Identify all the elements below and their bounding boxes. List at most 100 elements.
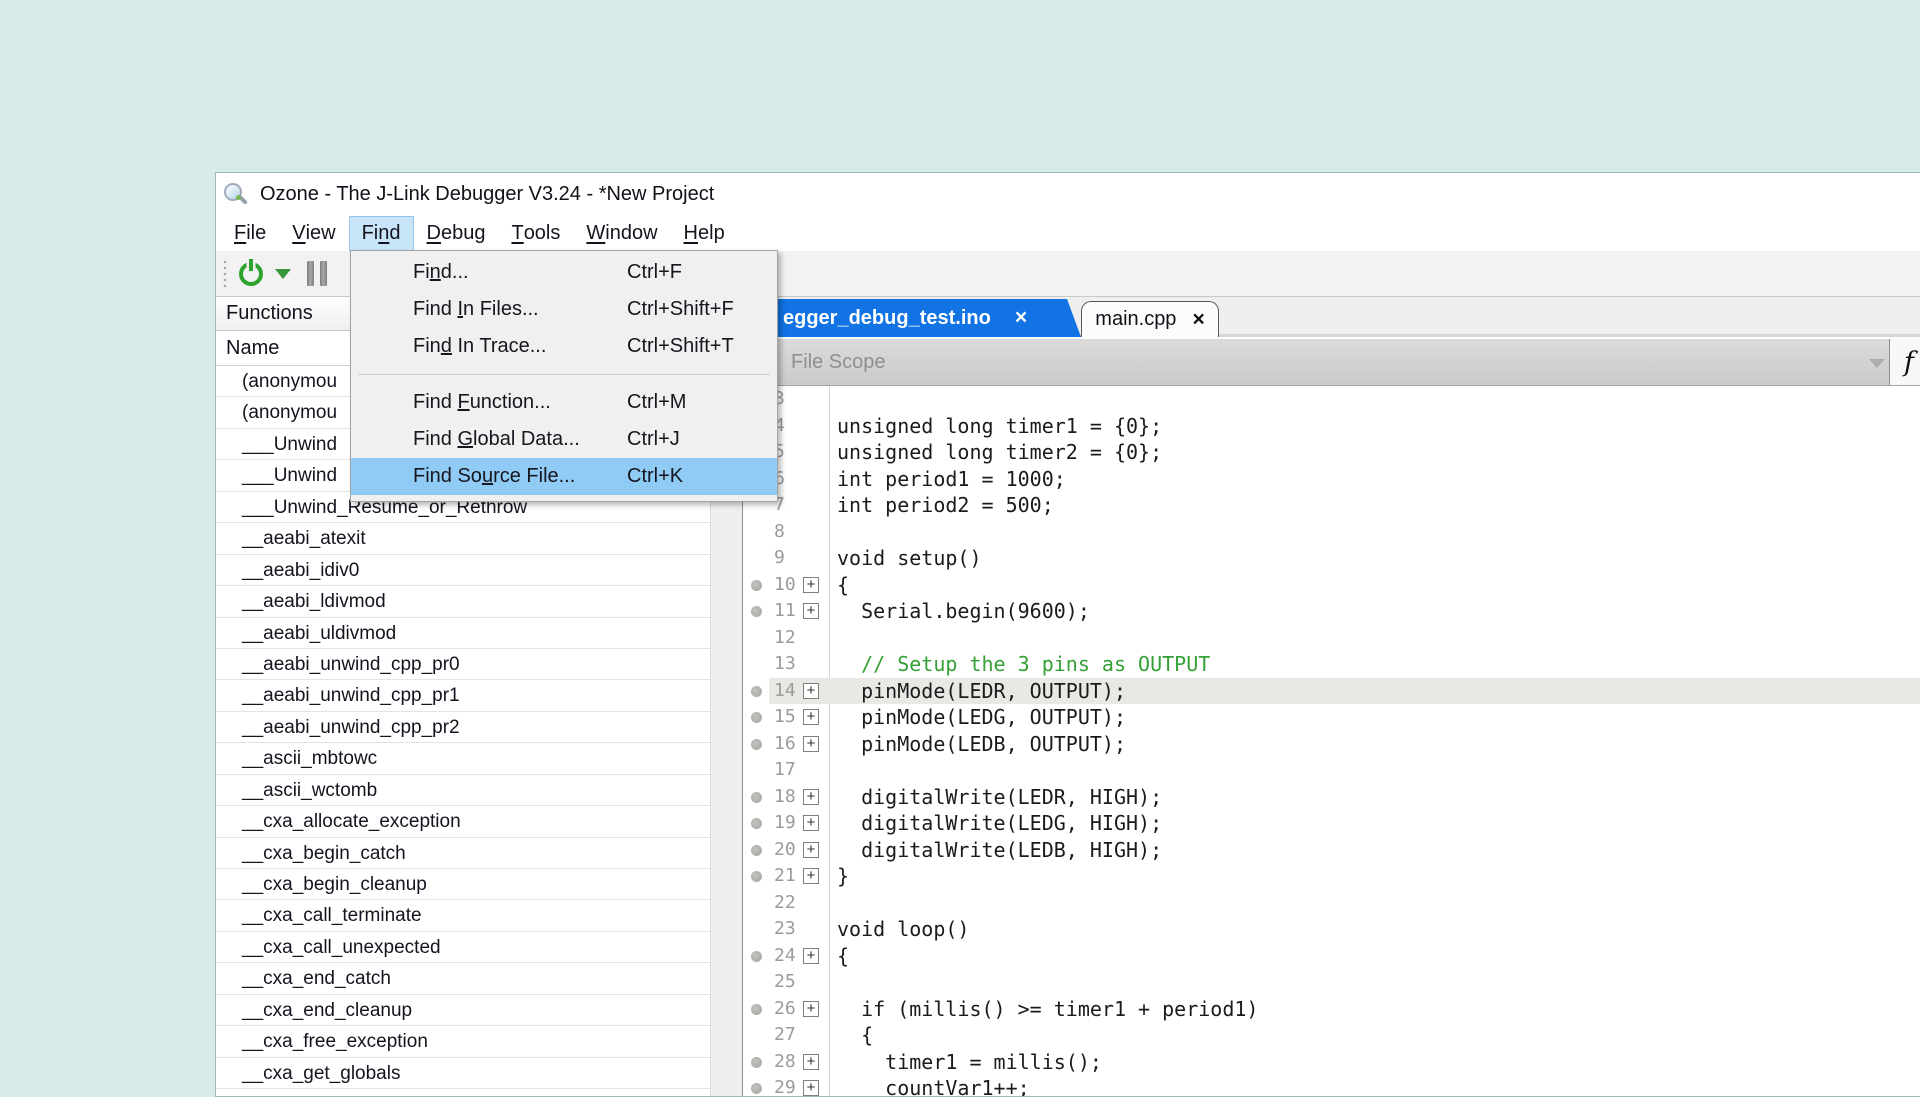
code-line-19: 19+ digitalWrite(LEDG, HIGH);	[743, 810, 1920, 837]
function-row[interactable]: __aeabi_ldivmod	[216, 586, 711, 617]
breakpoint-dot-icon[interactable]	[751, 818, 762, 829]
menu-item-find-f-unction[interactable]: Find Function...Ctrl+M	[351, 384, 777, 421]
menu-separator	[358, 374, 770, 375]
function-row[interactable]: __aeabi_unwind_cpp_pr1	[216, 680, 711, 711]
function-list-button[interactable]: f	[1889, 339, 1920, 385]
function-row[interactable]: __ascii_wctomb	[216, 775, 711, 806]
menu-item-fi-n-d[interactable]: Find...Ctrl+F	[351, 254, 777, 291]
expand-plus-icon[interactable]: +	[803, 577, 819, 593]
code-editor[interactable]: 34unsigned long timer1 = {0};5unsigned l…	[743, 386, 1920, 1096]
expand-plus-icon[interactable]: +	[803, 789, 819, 805]
menubar-item-file[interactable]: File	[221, 216, 279, 251]
breakpoint-dot-icon[interactable]	[751, 951, 762, 962]
code-line-12: 12	[743, 625, 1920, 652]
breakpoint-dot-icon[interactable]	[751, 1057, 762, 1068]
toolbar-grip-handle[interactable]	[223, 259, 227, 289]
line-number: 18	[774, 784, 796, 811]
breakpoint-dot-icon[interactable]	[751, 606, 762, 617]
expand-plus-icon[interactable]: +	[803, 736, 819, 752]
tab-main-cpp[interactable]: main.cpp ×	[1081, 301, 1219, 337]
power-icon[interactable]	[239, 262, 263, 286]
code-line-4: 4unsigned long timer1 = {0};	[743, 413, 1920, 440]
expand-plus-icon[interactable]: +	[803, 948, 819, 964]
code-text: {	[837, 572, 849, 599]
line-number: 12	[774, 625, 796, 652]
function-row[interactable]: __cxa_free_exception	[216, 1026, 711, 1057]
line-number: 16	[774, 731, 796, 758]
expand-plus-icon[interactable]: +	[803, 709, 819, 725]
menubar-item-find[interactable]: Find	[349, 216, 414, 251]
menubar-item-debug[interactable]: Debug	[414, 216, 499, 251]
menu-bar: FileViewFindDebugToolsWindowHelp	[216, 216, 1920, 251]
tab-close-icon[interactable]: ×	[1015, 306, 1027, 330]
code-line-9: 9void setup()	[743, 545, 1920, 572]
code-line-24: 24+{	[743, 943, 1920, 970]
menubar-item-tools[interactable]: Tools	[498, 216, 573, 251]
breakpoint-dot-icon[interactable]	[751, 792, 762, 803]
function-row[interactable]: __cxa_begin_cleanup	[216, 869, 711, 900]
code-line-29: 29+ countVar1++;	[743, 1075, 1920, 1096]
code-line-14: 14+ pinMode(LEDR, OUTPUT);	[743, 678, 1920, 705]
breakpoint-dot-icon[interactable]	[751, 1083, 762, 1094]
function-row[interactable]: __cxa_call_terminate	[216, 900, 711, 931]
breakpoint-dot-icon[interactable]	[751, 1004, 762, 1015]
line-number: 21	[774, 863, 796, 890]
line-number: 23	[774, 916, 796, 943]
breakpoint-dot-icon[interactable]	[751, 739, 762, 750]
breakpoint-dot-icon[interactable]	[751, 845, 762, 856]
function-row[interactable]: __cxa_end_cleanup	[216, 995, 711, 1026]
menu-item-label: Find In Files...	[413, 291, 539, 328]
function-row[interactable]: __aeabi_atexit	[216, 523, 711, 554]
code-line-5: 5unsigned long timer2 = {0};	[743, 439, 1920, 466]
function-row[interactable]: __cxa_allocate_exception	[216, 806, 711, 837]
expand-plus-icon[interactable]: +	[803, 1054, 819, 1070]
function-row[interactable]: __aeabi_idiv0	[216, 555, 711, 586]
code-line-7: 7int period2 = 500;	[743, 492, 1920, 519]
code-text: void loop()	[837, 916, 969, 943]
code-text: digitalWrite(LEDB, HIGH);	[837, 837, 1162, 864]
line-number: 24	[774, 943, 796, 970]
function-row[interactable]: __aeabi_unwind_cpp_pr0	[216, 649, 711, 680]
breakpoint-dot-icon[interactable]	[751, 871, 762, 882]
breakpoint-dot-icon[interactable]	[751, 712, 762, 723]
function-row[interactable]: __cxa_call_unexpected	[216, 932, 711, 963]
menu-item-find-g-lobal-data[interactable]: Find Global Data...Ctrl+J	[351, 421, 777, 458]
expand-plus-icon[interactable]: +	[803, 1080, 819, 1096]
expand-plus-icon[interactable]: +	[803, 683, 819, 699]
line-number: 25	[774, 969, 796, 996]
function-row[interactable]: __cxa_begin_catch	[216, 838, 711, 869]
line-number: 17	[774, 757, 796, 784]
menubar-item-window[interactable]: Window	[573, 216, 670, 251]
expand-plus-icon[interactable]: +	[803, 842, 819, 858]
editor-tab-bar: egger_debug_test.ino × main.cpp ×	[743, 297, 1920, 339]
expand-plus-icon[interactable]: +	[803, 1001, 819, 1017]
tab-close-icon[interactable]: ×	[1192, 308, 1204, 332]
file-scope-combobox[interactable]: File Scope f	[743, 339, 1920, 386]
expand-plus-icon[interactable]: +	[803, 868, 819, 884]
pause-icon[interactable]	[307, 261, 327, 286]
menubar-item-help[interactable]: Help	[671, 216, 738, 251]
combobox-arrow-icon[interactable]	[1869, 359, 1885, 368]
code-line-3: 3	[743, 386, 1920, 413]
menubar-item-view[interactable]: View	[279, 216, 348, 251]
breakpoint-dot-icon[interactable]	[751, 580, 762, 591]
code-line-20: 20+ digitalWrite(LEDB, HIGH);	[743, 837, 1920, 864]
menu-item-shortcut: Ctrl+K	[627, 458, 683, 495]
code-text: int period1 = 1000;	[837, 466, 1066, 493]
menu-item-shortcut: Ctrl+F	[627, 254, 682, 291]
expand-plus-icon[interactable]: +	[803, 603, 819, 619]
function-row[interactable]: __cxa_get_globals	[216, 1058, 711, 1089]
function-row[interactable]: __aeabi_unwind_cpp_pr2	[216, 712, 711, 743]
function-row[interactable]: __aeabi_uldivmod	[216, 618, 711, 649]
breakpoint-dot-icon[interactable]	[751, 686, 762, 697]
code-text: pinMode(LEDB, OUTPUT);	[837, 731, 1126, 758]
menu-item-fin-d-in-trace[interactable]: Find In Trace...Ctrl+Shift+T	[351, 328, 777, 365]
function-row[interactable]: __cxa_end_catch	[216, 963, 711, 994]
function-row[interactable]: __ascii_mbtowc	[216, 743, 711, 774]
dropdown-arrow-icon[interactable]	[275, 269, 291, 279]
line-number: 11	[774, 598, 796, 625]
menu-item-find-i-n-files[interactable]: Find In Files...Ctrl+Shift+F	[351, 291, 777, 328]
menu-item-find-so-u-rce-file[interactable]: Find Source File...Ctrl+K	[351, 458, 777, 495]
tab-segger-debug-test-ino[interactable]: egger_debug_test.ino ×	[751, 299, 1081, 337]
expand-plus-icon[interactable]: +	[803, 815, 819, 831]
